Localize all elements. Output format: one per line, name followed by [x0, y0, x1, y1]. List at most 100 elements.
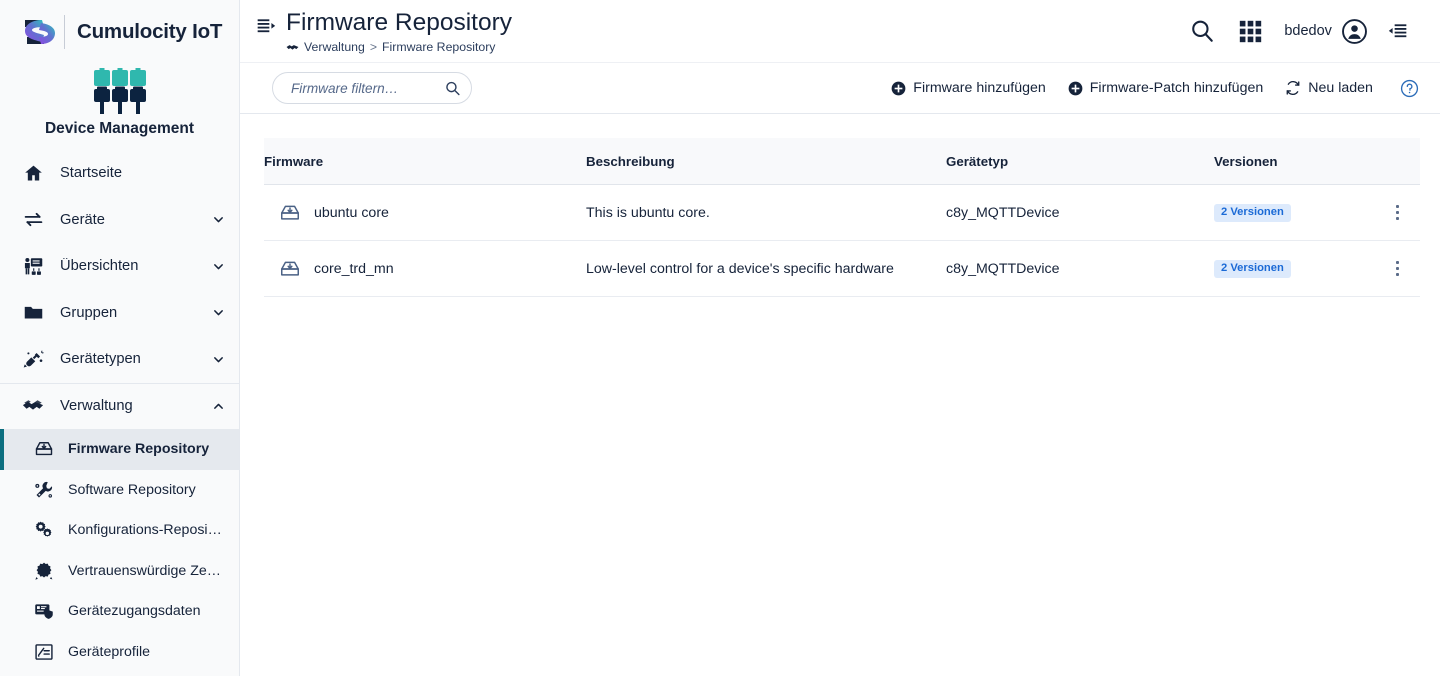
sidebar-label-geraeteprofile: Geräteprofile [68, 643, 151, 660]
software-ag-s-logo [14, 10, 58, 54]
table-body: ubuntu core This is ubuntu core. c8y_MQT… [264, 184, 1420, 297]
chevron-down-icon[interactable] [211, 260, 225, 273]
help-circle-icon[interactable] [1394, 72, 1426, 104]
brand-name: Cumulocity IoT [77, 20, 223, 43]
firmware-filter[interactable] [272, 72, 472, 104]
device-shield-icon [32, 601, 56, 621]
application-title: Device Management [44, 120, 195, 137]
search-icon[interactable] [1178, 7, 1226, 55]
firmware-table-card: Firmware Beschreibung Gerätetyp Versione… [264, 138, 1420, 297]
transfer-arrows-icon [20, 209, 46, 230]
sidebar-label-verwaltung: Verwaltung [60, 398, 133, 415]
firmware-archive-icon [32, 439, 56, 459]
cell-device-type: c8y_MQTTDevice [946, 184, 1214, 241]
sidebar-label-vertrauenswuerdige-zertifikate: Vertrauenswürdige Ze… [68, 562, 221, 579]
table-head: Firmware Beschreibung Gerätetyp Versione… [264, 138, 1420, 185]
column-header-description: Beschreibung [586, 138, 946, 185]
brand-divider [64, 15, 65, 49]
add-firmware-patch-label: Firmware-Patch hinzufügen [1089, 80, 1264, 96]
sidebar-item-geraetetypen[interactable]: Gerätetypen [0, 336, 239, 383]
folder-icon [20, 302, 46, 323]
user-name: bdedov [1284, 23, 1332, 39]
firmware-archive-icon [278, 201, 302, 225]
table-row[interactable]: core_trd_mn Low-level control for a devi… [264, 240, 1420, 297]
search-icon[interactable] [444, 80, 461, 97]
sidebar-label-firmware-repository: Firmware Repository [68, 441, 210, 458]
table-row[interactable]: ubuntu core This is ubuntu core. c8y_MQT… [264, 184, 1420, 241]
cell-description: This is ubuntu core. [586, 184, 946, 241]
firmware-archive-icon [278, 257, 302, 281]
firmware-name-link[interactable]: core_trd_mn [314, 261, 394, 277]
breadcrumb-separator: > [369, 40, 378, 54]
column-header-actions [1374, 138, 1420, 185]
breadcrumb: Verwaltung > Firmware Repository [286, 40, 512, 54]
chevron-down-icon[interactable] [211, 306, 225, 319]
sidebar-item-geraeteprofile[interactable]: Geräteprofile [0, 632, 239, 673]
firmware-name-link[interactable]: ubuntu core [314, 205, 389, 221]
profile-list-icon [32, 642, 56, 662]
add-firmware-button[interactable]: Firmware hinzufügen [880, 68, 1056, 108]
sidebar-label-gruppen: Gruppen [60, 304, 118, 321]
sidebar-item-software-repository[interactable]: Software Repository [0, 470, 239, 511]
sidebar-label-geraetezugangsdaten: Gerätezugangsdaten [68, 603, 201, 620]
sidebar-label-startseite: Startseite [60, 165, 123, 182]
gears-icon [32, 520, 56, 540]
collapse-right-panel-icon[interactable] [1374, 7, 1422, 55]
column-header-versions: Versionen [1214, 138, 1374, 185]
home-icon [20, 163, 46, 184]
app-root: Cumulocity IoT Device Management Startse… [0, 0, 1440, 676]
cell-firmware: ubuntu core [264, 184, 586, 241]
device-management-plugs-icon [85, 68, 155, 116]
add-firmware-label: Firmware hinzufügen [913, 80, 1046, 96]
app-switcher-grid-icon[interactable] [1226, 7, 1274, 55]
search-input[interactable] [289, 79, 444, 97]
sidebar: Cumulocity IoT Device Management Startse… [0, 0, 240, 676]
chevron-down-icon[interactable] [211, 213, 225, 226]
main-area: Firmware Repository Verwaltung > Firmwar… [240, 0, 1440, 676]
wrench-gear-icon [32, 480, 56, 500]
sidebar-item-firmware-repository[interactable]: Firmware Repository [0, 429, 239, 470]
top-header: Firmware Repository Verwaltung > Firmwar… [240, 0, 1440, 62]
plus-circle-icon [1068, 81, 1083, 96]
header-right: bdedov [1178, 0, 1426, 62]
page-title: Firmware Repository [286, 9, 512, 36]
sidebar-item-gruppen[interactable]: Gruppen [0, 290, 239, 337]
versions-badge[interactable]: 2 Versionen [1214, 204, 1291, 222]
refresh-icon [1285, 80, 1301, 96]
presentation-icon [20, 256, 46, 277]
chevron-up-icon[interactable] [211, 400, 225, 413]
chevron-down-icon[interactable] [211, 353, 225, 366]
cell-device-type: c8y_MQTTDevice [946, 240, 1214, 297]
kebab-menu-icon[interactable] [1383, 199, 1411, 227]
reload-button[interactable]: Neu laden [1274, 68, 1384, 108]
title-block: Firmware Repository Verwaltung > Firmwar… [286, 8, 512, 54]
sidebar-label-konfigurations-repository: Konfigurations-Reposi… [68, 522, 222, 539]
add-firmware-patch-button[interactable]: Firmware-Patch hinzufügen [1057, 68, 1274, 108]
cell-versions: 2 Versionen [1214, 240, 1374, 297]
firmware-table: Firmware Beschreibung Gerätetyp Versione… [264, 138, 1420, 297]
certificate-icon [32, 561, 56, 581]
action-toolbar: Firmware hinzufügen Firmware-Patch hinzu… [240, 62, 1440, 114]
breadcrumb-root[interactable]: Verwaltung [304, 40, 365, 54]
kebab-menu-icon[interactable] [1383, 255, 1411, 283]
toolbar-actions: Firmware hinzufügen Firmware-Patch hinzu… [880, 68, 1426, 108]
sidebar-label-geraetetypen: Gerätetypen [60, 351, 141, 368]
reload-label: Neu laden [1308, 80, 1373, 96]
sidebar-item-startseite[interactable]: Startseite [0, 150, 239, 197]
sidebar-item-uebersichten[interactable]: Übersichten [0, 243, 239, 290]
collapse-left-panel-icon[interactable] [254, 14, 278, 38]
plug-connect-icon [20, 349, 46, 370]
versions-badge[interactable]: 2 Versionen [1214, 260, 1291, 278]
main-navigation: Startseite Geräte Übersichten Gruppen Ge… [0, 148, 239, 672]
user-menu[interactable]: bdedov [1274, 7, 1374, 55]
breadcrumb-current: Firmware Repository [382, 40, 496, 54]
sidebar-item-geraetezugangsdaten[interactable]: Gerätezugangsdaten [0, 591, 239, 632]
content-area: Firmware Beschreibung Gerätetyp Versione… [240, 114, 1440, 676]
handshake-icon [20, 395, 46, 417]
cell-versions: 2 Versionen [1214, 184, 1374, 241]
sidebar-item-verwaltung[interactable]: Verwaltung [0, 382, 239, 430]
sidebar-item-konfigurations-repository[interactable]: Konfigurations-Reposi… [0, 510, 239, 551]
sidebar-item-vertrauenswuerdige-zertifikate[interactable]: Vertrauenswürdige Ze… [0, 551, 239, 592]
column-header-firmware: Firmware [264, 138, 586, 185]
sidebar-item-geraete[interactable]: Geräte [0, 197, 239, 244]
